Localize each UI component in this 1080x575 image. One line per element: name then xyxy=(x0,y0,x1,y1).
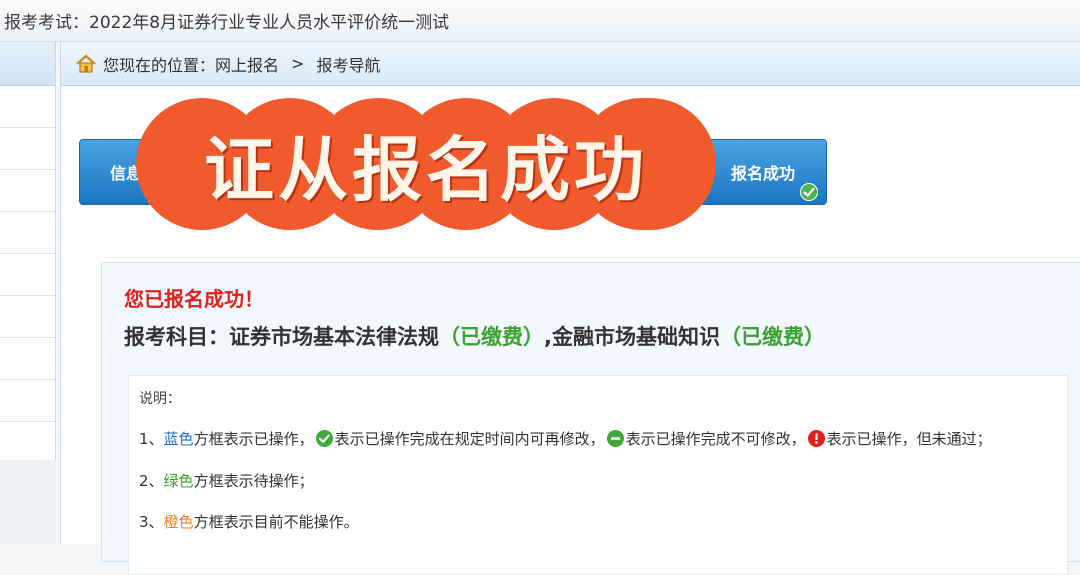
sidebar-item[interactable] xyxy=(0,380,55,422)
note-1-lock-text: 表示已操作完成不可修改， xyxy=(625,430,806,448)
note-3-color-word: 橙色 xyxy=(163,513,194,531)
note-2-prefix: 2、 xyxy=(139,472,164,490)
note-1-color-word: 蓝色 xyxy=(163,430,194,448)
sidebar-header xyxy=(0,42,55,86)
sidebar-filler xyxy=(0,460,56,544)
paid-badge-2: （已缴费） xyxy=(719,325,825,349)
note-1-text: 方框表示已操作， xyxy=(193,430,314,448)
sidebar-item[interactable] xyxy=(0,254,55,296)
status-panel: 您已报名成功！ 报考科目：证券市场基本法律法规（已缴费）,金融市场基础知识（已缴… xyxy=(101,262,1080,575)
note-1-warn-text: 表示已操作，但未通过； xyxy=(826,430,992,448)
breadcrumb-label: 您现在的位置： xyxy=(103,55,216,75)
note-2-text: 方框表示待操作； xyxy=(193,472,314,490)
subject-joiner: , xyxy=(544,325,552,349)
step-success-label: 报名成功 xyxy=(730,164,795,183)
sidebar-item[interactable] xyxy=(0,296,55,338)
overlay-text: 证从报名成功 xyxy=(204,127,648,211)
note-line-1: 1、 蓝色 方框表示已操作， 表示已操作完成在规定时间内可再修改， 表示已操作完… xyxy=(139,428,992,449)
sidebar-item[interactable] xyxy=(0,338,55,380)
subject-2: 金融市场基础知识 xyxy=(551,325,720,349)
note-1-prefix: 1、 xyxy=(139,430,164,448)
sidebar xyxy=(0,42,56,544)
sidebar-item[interactable] xyxy=(0,212,55,254)
sidebar-item[interactable] xyxy=(0,86,55,128)
note-1-ok-text: 表示已操作完成在规定时间内可再修改， xyxy=(334,430,605,448)
overlay-banner: 证从报名成功 xyxy=(136,98,716,230)
main-content: 您现在的位置： 网上报名 > 报考导航 信息 报名成功 证从报名成功 您已报名成… xyxy=(60,42,1080,575)
breadcrumb-separator: > xyxy=(291,54,305,73)
breadcrumb-current: 报考导航 xyxy=(316,55,381,75)
home-icon[interactable] xyxy=(75,54,97,74)
note-2-color-word: 绿色 xyxy=(163,472,194,490)
breadcrumb: 您现在的位置： 网上报名 > 报考导航 xyxy=(61,42,1080,86)
note-3-prefix: 3、 xyxy=(139,513,164,531)
note-line-3: 3、 橙色 方框表示目前不能操作。 xyxy=(139,511,359,532)
window-title: 报考考试：2022年8月证券行业专业人员水平评价统一测试 xyxy=(0,0,1080,42)
paid-badge-1: （已缴费） xyxy=(439,325,544,349)
breadcrumb-link-register[interactable]: 网上报名 xyxy=(215,52,279,76)
check-circle-icon xyxy=(800,183,818,201)
notes-header: 说明： xyxy=(139,391,181,407)
sidebar-item[interactable] xyxy=(0,170,55,212)
lock-circle-icon xyxy=(606,430,624,447)
subject-1: 证券市场基本法律法规 xyxy=(229,325,439,349)
step-success-button[interactable]: 报名成功 xyxy=(699,139,827,205)
note-3-text: 方框表示目前不能操作。 xyxy=(193,513,359,531)
warning-circle-icon xyxy=(807,430,825,447)
success-title: 您已报名成功！ xyxy=(124,287,264,311)
subjects-line: 报考科目：证券市场基本法律法规（已缴费）,金融市场基础知识（已缴费） xyxy=(124,321,825,351)
subjects-label: 报考科目： xyxy=(124,325,229,349)
check-circle-icon xyxy=(315,430,333,447)
sidebar-item[interactable] xyxy=(0,128,55,170)
legend-notes: 说明： 1、 蓝色 方框表示已操作， 表示已操作完成在规定时间内可再修改， 表示… xyxy=(128,375,1068,575)
note-line-2: 2、 绿色 方框表示待操作； xyxy=(139,470,314,491)
